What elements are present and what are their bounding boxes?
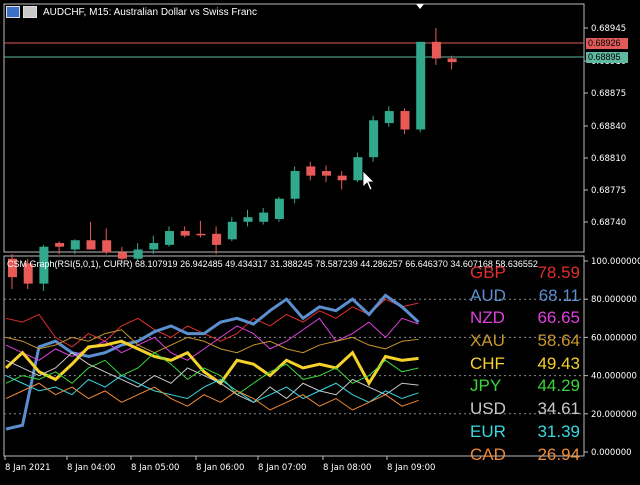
indicator-axis-label: 20.000000 xyxy=(591,410,637,420)
bid-price-tag: 0.68926 xyxy=(586,38,628,49)
candle-body xyxy=(243,217,253,222)
price-axis-label: 0.68740 xyxy=(591,218,626,228)
legend-value: 78.59 xyxy=(537,263,580,282)
legend-value: 31.39 xyxy=(537,421,580,441)
indicator-axis-label: 100.000000 xyxy=(591,257,640,267)
indicator-line-chf xyxy=(4,339,419,387)
legend-currency: CAD xyxy=(470,444,506,464)
chart-area[interactable]: 0.689450.689100.688750.688400.688100.687… xyxy=(0,0,640,480)
currency-strength-legend: GBP 78.59 AUD 68.11 NZD 66.65 XAU 58.64 CHF 49.43… xyxy=(470,262,580,466)
price-axis-label: 0.68775 xyxy=(591,186,626,196)
chart-window-icon[interactable] xyxy=(6,6,20,18)
legend-currency: XAU xyxy=(470,331,505,351)
candle-body xyxy=(322,171,331,176)
main-chart-frame xyxy=(3,3,585,253)
indicator-axis-label: 40.000000 xyxy=(591,372,637,382)
settings-window-icon[interactable] xyxy=(23,6,37,18)
candle-body xyxy=(117,252,127,259)
legend-row-xau: XAU 58.64 xyxy=(470,330,580,353)
legend-value: 26.94 xyxy=(537,444,580,464)
legend-currency: JPY xyxy=(470,376,502,396)
legend-row-cad: CAD 26.94 xyxy=(470,444,580,467)
ask-price-tag: 0.68895 xyxy=(586,52,628,63)
legend-value: 66.65 xyxy=(537,308,580,328)
time-axis-label: 8 Jan 2021 xyxy=(5,463,51,473)
time-axis-label: 8 Jan 06:00 xyxy=(196,463,244,473)
window-title-bar: AUDCHF, M15: Australian Dollar vs Swiss … xyxy=(6,6,257,18)
time-axis-label: 8 Jan 07:00 xyxy=(258,463,306,473)
candle-body xyxy=(196,233,206,236)
price-axis-label: 0.68875 xyxy=(591,89,626,99)
candle-body xyxy=(70,240,80,250)
candle-body xyxy=(290,171,300,199)
legend-row-chf: CHF 49.43 xyxy=(470,353,580,376)
candle-body xyxy=(337,175,347,181)
indicator-header: CSM Graph(RSI(5,0,1), CURR) 68.107919 26… xyxy=(7,259,538,269)
candle-body xyxy=(149,243,159,250)
price-axis-label: 0.68945 xyxy=(591,24,626,34)
legend-currency: EUR xyxy=(470,421,506,441)
legend-currency: AUD xyxy=(470,285,506,305)
candle-body xyxy=(384,111,394,124)
candle-body xyxy=(416,41,426,130)
legend-currency: USD xyxy=(470,399,506,419)
candle-body xyxy=(227,221,237,240)
price-axis-label: 0.68810 xyxy=(591,154,626,164)
legend-value: 34.61 xyxy=(537,399,580,419)
indicator-axis-label: 60.000000 xyxy=(591,333,637,343)
legend-row-jpy: JPY 44.29 xyxy=(470,375,580,398)
candle-body xyxy=(133,249,143,259)
window-title: AUDCHF, M15: Australian Dollar vs Swiss … xyxy=(43,6,257,18)
current-bar-marker-icon xyxy=(416,4,424,9)
candle-body xyxy=(274,198,284,220)
candle-body xyxy=(259,212,269,222)
legend-value: 68.11 xyxy=(538,285,580,305)
time-axis-label: 8 Jan 08:00 xyxy=(323,463,371,473)
time-axis-label: 8 Jan 04:00 xyxy=(67,463,115,473)
candle-body xyxy=(369,120,379,158)
candle-body xyxy=(86,240,96,250)
legend-row-usd: USD 34.61 xyxy=(470,398,580,421)
legend-currency: CHF xyxy=(470,353,505,373)
candle-body xyxy=(306,166,316,176)
legend-value: 58.64 xyxy=(537,331,580,351)
legend-row-aud: AUD 68.11 xyxy=(470,285,580,308)
candle-body xyxy=(212,233,222,245)
indicator-lines xyxy=(4,293,420,431)
candle-body xyxy=(165,231,174,245)
candle-body xyxy=(400,111,410,130)
legend-row-eur: EUR 31.39 xyxy=(470,421,580,444)
candle-body xyxy=(431,41,441,59)
price-axis-label: 0.68840 xyxy=(591,122,626,132)
legend-currency: NZD xyxy=(470,308,505,328)
time-axis: 8 Jan 2021 8 Jan 04:00 8 Jan 05:00 8 Jan 06… xyxy=(4,456,435,473)
candle-body xyxy=(447,58,457,63)
time-axis-label: 8 Jan 09:00 xyxy=(387,463,435,473)
indicator-axis-label: 80.000000 xyxy=(591,295,637,305)
time-axis-label: 8 Jan 05:00 xyxy=(131,463,179,473)
candle-body xyxy=(180,231,190,236)
candle-body xyxy=(102,240,112,253)
candle-body xyxy=(353,157,363,181)
candle-body xyxy=(55,243,65,247)
legend-row-nzd: NZD 66.65 xyxy=(470,307,580,330)
legend-value: 44.29 xyxy=(537,376,580,396)
legend-currency: GBP xyxy=(470,263,506,282)
indicator-axis-label: 0.000000 xyxy=(591,448,632,458)
legend-value: 49.43 xyxy=(537,353,580,373)
mouse-cursor-icon xyxy=(362,170,375,191)
legend-row-gbp: GBP 78.59 xyxy=(470,262,580,285)
